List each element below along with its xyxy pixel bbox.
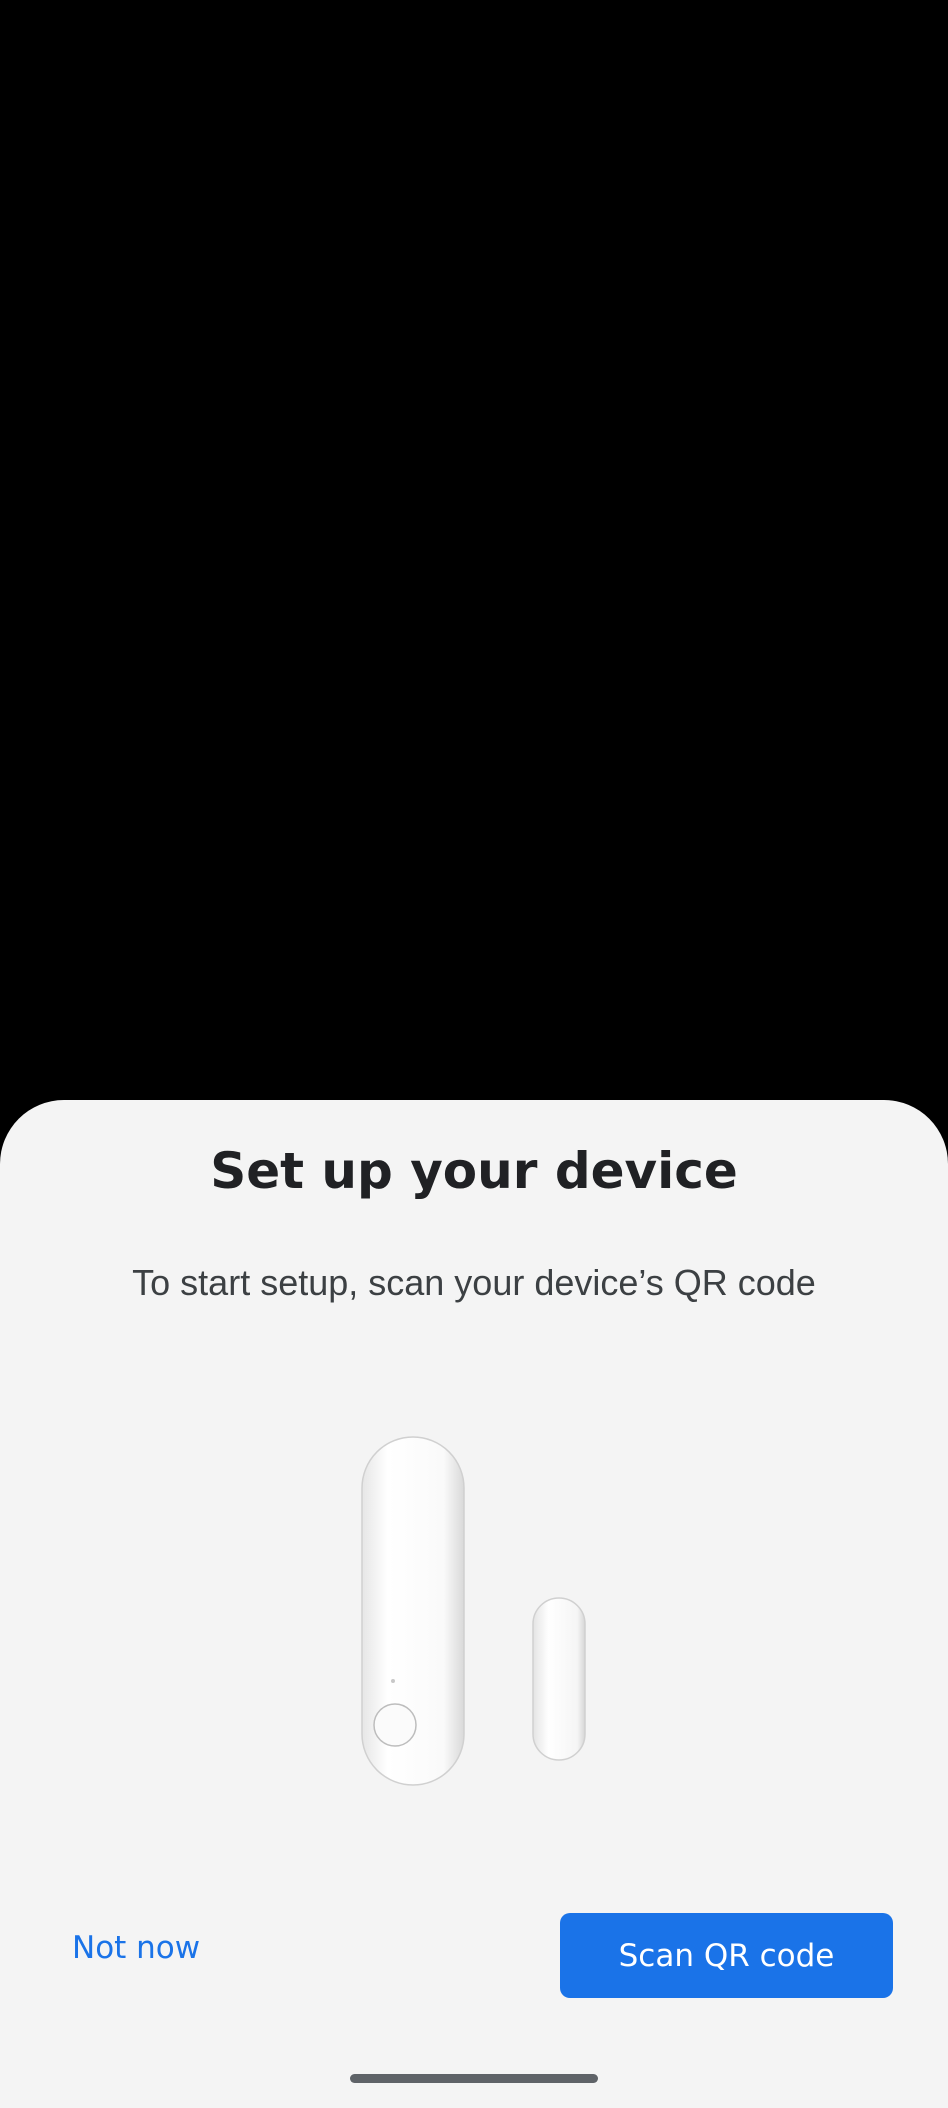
- sensor-body: [361, 1436, 465, 1786]
- home-indicator[interactable]: [350, 2074, 598, 2083]
- not-now-button[interactable]: Not now: [72, 1930, 200, 1966]
- sheet-subtitle: To start setup, scan your device’s QR co…: [132, 1262, 816, 1303]
- sensor-magnet: [532, 1597, 586, 1761]
- dimmed-backdrop[interactable]: [0, 0, 948, 1110]
- door-sensor-illustration: [361, 1436, 586, 1786]
- scan-qr-code-button[interactable]: Scan QR code: [560, 1913, 893, 1998]
- sheet-title: Set up your device: [210, 1142, 738, 1200]
- scan-qr-code-label: Scan QR code: [618, 1937, 835, 1974]
